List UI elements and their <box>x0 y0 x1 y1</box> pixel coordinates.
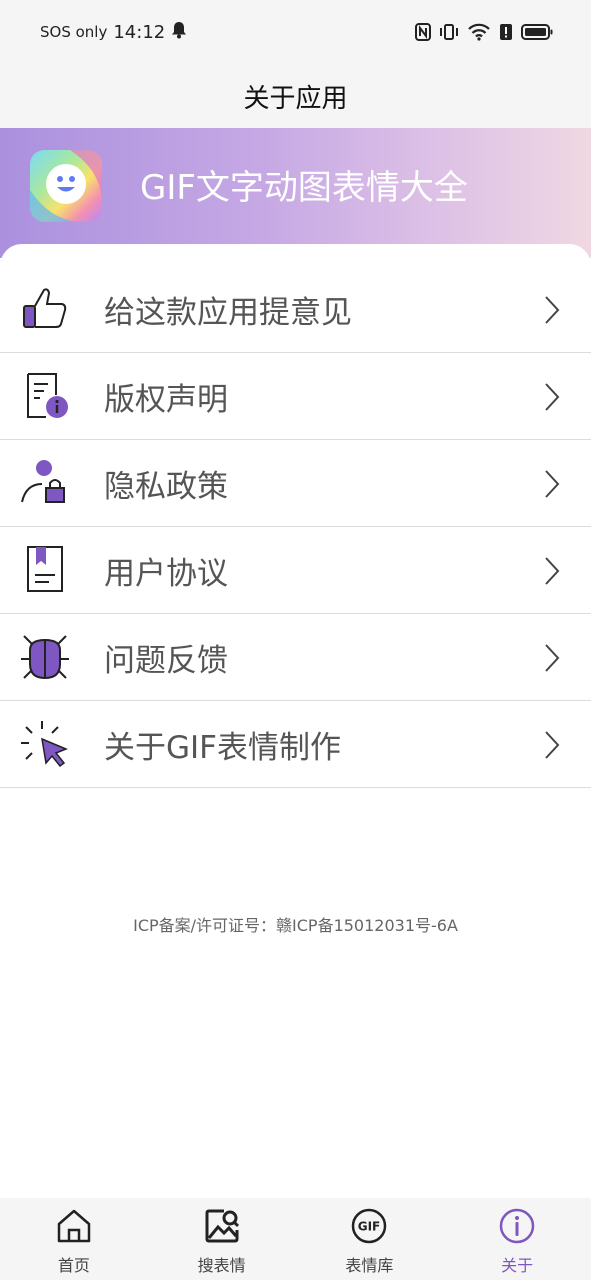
menu-item-issue-feedback[interactable]: 问题反馈 <box>0 614 591 701</box>
nav-label: 关于 <box>501 1256 534 1275</box>
nfc-icon <box>415 23 431 41</box>
bottom-nav: 首页 搜表情 GIF 表情库 关于 <box>0 1198 591 1280</box>
info-icon <box>499 1208 535 1244</box>
nav-item-about[interactable]: 关于 <box>443 1198 591 1280</box>
menu-item-label: 用户协议 <box>104 555 228 592</box>
menu-item-privacy-policy[interactable]: 隐私政策 <box>0 440 591 527</box>
menu-item-label: 给这款应用提意见 <box>104 294 352 331</box>
nav-item-search-emoji[interactable]: 搜表情 <box>148 1198 296 1280</box>
menu-item-about-gif-maker[interactable]: 关于GIF表情制作 <box>0 701 591 788</box>
cursor-click-icon <box>20 719 70 769</box>
nav-label: 首页 <box>57 1256 90 1275</box>
chevron-right-icon <box>543 729 561 761</box>
menu-item-feedback-suggest[interactable]: 给这款应用提意见 <box>0 266 591 353</box>
nav-item-home[interactable]: 首页 <box>0 1198 148 1280</box>
vibrate-icon <box>439 23 459 41</box>
chevron-right-icon <box>543 381 561 413</box>
menu-item-label: 版权声明 <box>104 381 228 418</box>
bug-icon <box>20 632 70 682</box>
app-logo-icon <box>30 150 102 222</box>
bookmark-document-icon <box>20 545 70 595</box>
svg-text:GIF: GIF <box>358 1220 381 1234</box>
user-lock-icon <box>20 458 70 508</box>
nav-label: 表情库 <box>345 1256 394 1275</box>
wifi-icon <box>467 23 491 41</box>
menu-item-label: 隐私政策 <box>104 468 228 505</box>
battery-icon <box>521 23 553 41</box>
menu-item-copyright[interactable]: 版权声明 <box>0 353 591 440</box>
status-bar: SOS only 14:12 <box>0 0 591 64</box>
clock-text: 14:12 <box>113 21 166 43</box>
gif-icon: GIF <box>351 1208 387 1244</box>
chevron-right-icon <box>543 468 561 500</box>
menu-list: 给这款应用提意见 版权声明 隐私政策 用户协议 问题反馈 关于GIF表情制作 <box>0 266 591 788</box>
chevron-right-icon <box>543 642 561 674</box>
app-banner: GIF文字动图表情大全 <box>0 128 591 258</box>
menu-item-user-agreement[interactable]: 用户协议 <box>0 527 591 614</box>
nav-item-emoji-library[interactable]: GIF 表情库 <box>296 1198 444 1280</box>
document-info-icon <box>20 371 70 421</box>
home-icon <box>56 1208 92 1244</box>
alert-icon <box>499 23 513 41</box>
page-title: 关于应用 <box>243 83 348 114</box>
title-bar: 关于应用 <box>0 64 591 128</box>
app-name: GIF文字动图表情大全 <box>140 168 468 208</box>
menu-item-label: 关于GIF表情制作 <box>104 729 341 766</box>
chevron-right-icon <box>543 555 561 587</box>
status-right <box>415 23 553 41</box>
nav-label: 搜表情 <box>197 1256 246 1275</box>
chevron-right-icon <box>543 294 561 326</box>
bell-icon <box>171 21 187 43</box>
icp-license-text: ICP备案/许可证号：赣ICP备15012031号-6A <box>133 916 458 935</box>
status-left: SOS only 14:12 <box>40 21 187 43</box>
image-search-icon <box>204 1208 240 1244</box>
menu-item-label: 问题反馈 <box>104 642 228 679</box>
thumbs-up-icon <box>20 284 70 334</box>
carrier-text: SOS only <box>40 23 108 41</box>
